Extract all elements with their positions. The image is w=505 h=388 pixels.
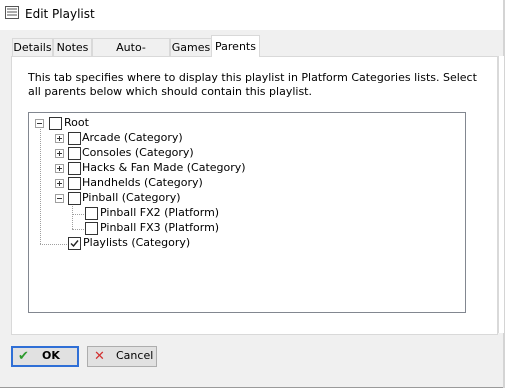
x-icon: ✕ <box>94 349 105 364</box>
parents-tree-view[interactable]: Root Arcade (Category) Consoles (Categor… <box>28 112 466 313</box>
tree-node-pinball[interactable]: Pinball (Category) <box>55 191 275 205</box>
checkbox[interactable] <box>85 207 98 220</box>
ok-button[interactable]: ✔ OK <box>11 346 79 367</box>
expand-icon[interactable] <box>55 164 64 173</box>
tree-node-root[interactable]: Root <box>35 116 155 130</box>
tree-node-playlists[interactable]: Playlists (Category) <box>68 236 288 250</box>
expand-icon[interactable] <box>55 134 64 143</box>
checkmark-icon: ✔ <box>18 349 29 364</box>
tree-node-arcade[interactable]: Arcade (Category) <box>55 131 275 145</box>
playlist-window-icon <box>5 6 19 19</box>
tree-node-pinball-fx2[interactable]: Pinball FX2 (Platform) <box>85 206 305 220</box>
checkbox[interactable] <box>85 222 98 235</box>
window-title: Edit Playlist <box>25 7 95 21</box>
parents-description: This tab specifies where to display this… <box>28 71 477 98</box>
tab-details[interactable]: Details <box>12 38 53 57</box>
checkbox[interactable] <box>68 192 81 205</box>
collapse-icon[interactable] <box>55 194 64 203</box>
tab-notes[interactable]: Notes <box>53 38 92 57</box>
checkbox-checked[interactable] <box>68 237 81 250</box>
checkbox[interactable] <box>68 177 81 190</box>
tree-node-pinball-fx3[interactable]: Pinball FX3 (Platform) <box>85 221 305 235</box>
tab-auto-populate[interactable]: Auto-Populate <box>92 38 170 72</box>
checkbox[interactable] <box>49 117 62 130</box>
tree-node-consoles[interactable]: Consoles (Category) <box>55 146 275 160</box>
expand-icon[interactable] <box>55 149 64 158</box>
tree-node-handhelds[interactable]: Handhelds (Category) <box>55 176 275 190</box>
title-bar[interactable]: Edit Playlist <box>0 0 505 30</box>
checkbox[interactable] <box>68 162 81 175</box>
tab-parents[interactable]: Parents <box>211 35 260 57</box>
expand-icon[interactable] <box>55 179 64 188</box>
tree-node-hacks-fan-made[interactable]: Hacks & Fan Made (Category) <box>55 161 295 175</box>
checkbox[interactable] <box>68 147 81 160</box>
collapse-icon[interactable] <box>35 119 44 128</box>
checkbox[interactable] <box>68 132 81 145</box>
side-panel-edge <box>498 56 504 333</box>
tab-games[interactable]: Games <box>170 38 212 57</box>
checkmark-icon <box>70 240 79 248</box>
cancel-button[interactable]: ✕ Cancel <box>87 346 157 367</box>
